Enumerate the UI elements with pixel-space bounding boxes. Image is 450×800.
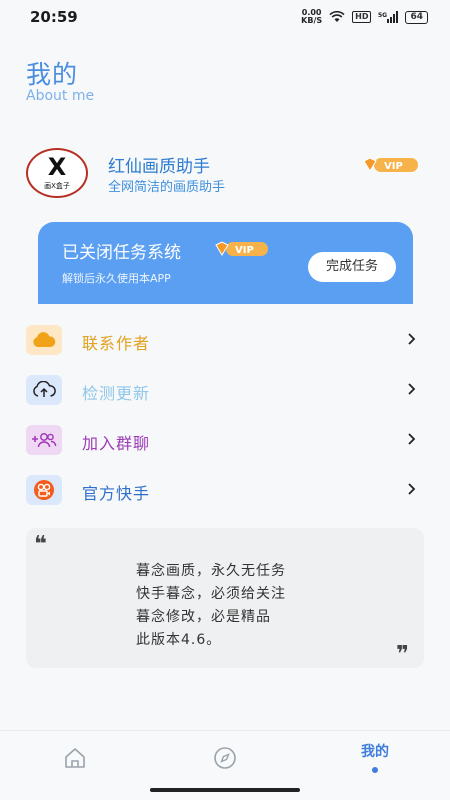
menu-item-label: 加入群聊 (82, 434, 151, 453)
menu-item-join-group[interactable]: 加入群聊 (0, 418, 450, 468)
status-time: 20:59 (30, 8, 78, 26)
quote-line: 此版本4.6。 (136, 632, 222, 648)
profile-name: 红仙画质助手 (108, 157, 210, 177)
battery-icon: 64 (405, 10, 428, 24)
chevron-right-icon (408, 483, 416, 495)
menu-item-contact-author[interactable]: 联系作者 (0, 318, 450, 368)
page-subtitle: About me (26, 88, 95, 104)
net-speed: 0.00 KB/S (301, 9, 322, 25)
menu-item-label: 检测更新 (82, 384, 151, 403)
avatar[interactable]: X 画X盒子 (26, 148, 88, 198)
chevron-right-icon (408, 333, 416, 345)
vip-badge-text: VIP (384, 161, 403, 172)
profile-card[interactable]: X 画X盒子 红仙画质助手 全网简洁的画质助手 VIP (26, 148, 426, 198)
net-speed-unit: KB/S (301, 16, 323, 25)
add-group-icon (26, 425, 62, 455)
menu-item-label: 联系作者 (82, 334, 151, 353)
cloud-upload-icon (26, 375, 62, 405)
svg-text:5G: 5G (378, 12, 387, 19)
status-icons: 0.00 KB/S HD 5G 64 (301, 9, 428, 25)
banner-title: 已关闭任务系统 (62, 243, 181, 263)
compass-icon (214, 747, 236, 769)
tab-discover[interactable] (205, 741, 245, 781)
quote-card: ❝ 暮念画质，永久无任务 快手暮念，必须给关注 暮念修改，必是精品 此版本4.6… (26, 528, 424, 668)
avatar-letter: X (47, 153, 67, 181)
profile-description: 全网简洁的画质助手 (108, 180, 226, 195)
menu-list: 联系作者 检测更新 加入群聊 官方快手 (0, 318, 450, 518)
tab-me[interactable]: 我的 (355, 741, 395, 781)
banner-subtitle: 解锁后永久使用本APP (62, 272, 171, 285)
quote-line: 快手暮念，必须给关注 (136, 586, 286, 602)
tab-home[interactable] (55, 741, 95, 781)
wifi-icon (329, 11, 345, 22)
banner-vip-text: VIP (235, 245, 254, 256)
menu-item-label: 官方快手 (82, 484, 151, 503)
chevron-right-icon (408, 433, 416, 445)
home-icon (65, 748, 85, 768)
kuaishou-icon (26, 475, 62, 505)
vip-badge-icon: VIP (363, 157, 418, 172)
tab-active-indicator (372, 767, 378, 773)
hd-badge: HD (352, 11, 372, 23)
quote-close-icon: ❞ (396, 642, 409, 667)
avatar-caption: 画X盒子 (44, 182, 70, 190)
home-indicator[interactable] (150, 788, 300, 792)
cloud-icon (26, 325, 62, 355)
signal-icon: 5G (378, 11, 399, 23)
task-banner: 已关闭任务系统 VIP 解锁后永久使用本APP 完成任务 (38, 222, 413, 304)
status-bar: 20:59 0.00 KB/S HD 5G 64 (0, 0, 450, 34)
quote-open-icon: ❝ (34, 532, 47, 557)
banner-vip-icon: VIP (215, 241, 268, 256)
page-title: 我的 (26, 60, 79, 89)
menu-item-official-kuaishou[interactable]: 官方快手 (0, 468, 450, 518)
quote-line: 暮念修改，必是精品 (136, 609, 271, 625)
complete-task-button[interactable]: 完成任务 (308, 252, 396, 282)
quote-line: 暮念画质，永久无任务 (136, 563, 286, 579)
tab-me-label: 我的 (361, 744, 389, 760)
chevron-right-icon (408, 383, 416, 395)
menu-item-check-update[interactable]: 检测更新 (0, 368, 450, 418)
